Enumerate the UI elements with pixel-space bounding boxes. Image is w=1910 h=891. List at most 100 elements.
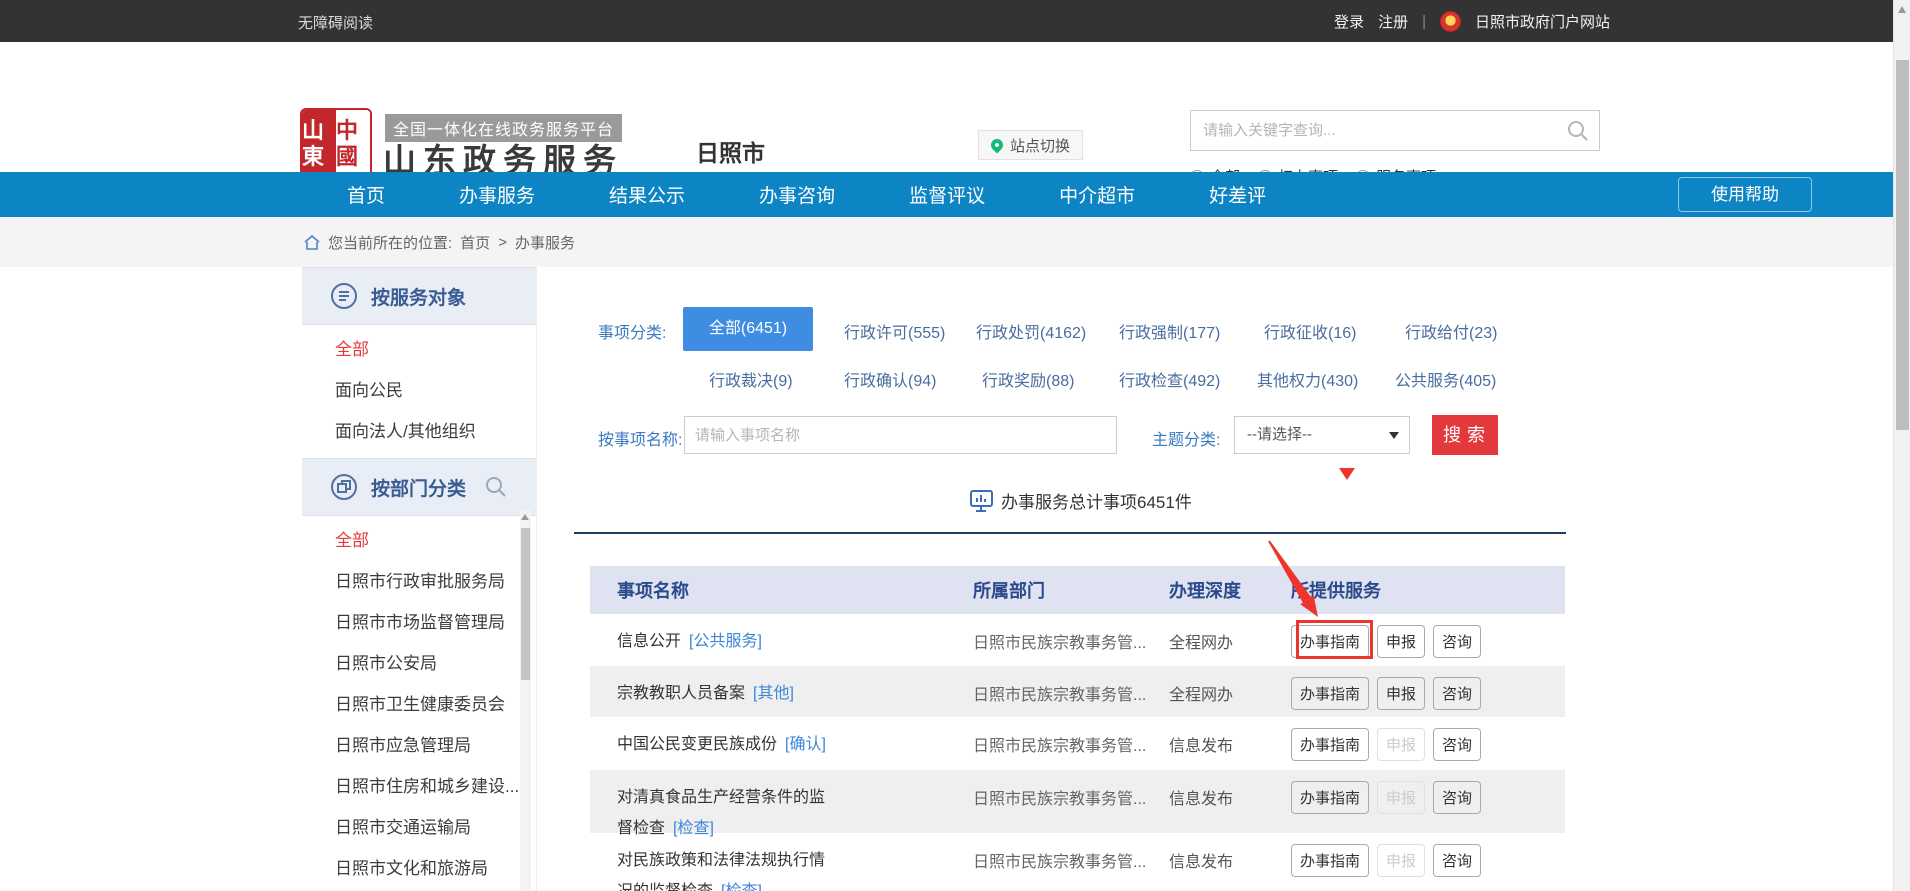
apply-button[interactable]: 申报 — [1377, 677, 1425, 710]
guide-button[interactable]: 办事指南 — [1291, 844, 1369, 877]
category-xingzheng-qiangzhi[interactable]: 行政强制(177) — [1119, 319, 1220, 343]
col-department: 所属部门 — [973, 577, 1169, 603]
dept-item[interactable]: 日照市应急管理局 — [302, 725, 536, 766]
consult-button[interactable]: 咨询 — [1433, 781, 1481, 814]
category-xingzheng-jiangli[interactable]: 行政奖励(88) — [982, 367, 1074, 391]
category-xingzheng-queren[interactable]: 行政确认(94) — [844, 367, 936, 391]
item-link[interactable]: 信息公开 — [617, 633, 681, 650]
department-list: 全部 日照市行政审批服务局 日照市市场监督管理局 日照市公安局 日照市卫生健康委… — [302, 516, 536, 891]
keyword-search-box — [1190, 110, 1600, 151]
nav-item-consult[interactable]: 办事咨询 — [759, 181, 835, 208]
search-icon[interactable] — [1567, 120, 1589, 142]
item-tag[interactable]: [确认] — [785, 736, 826, 753]
dept-item[interactable]: 日照市文化和旅游局 — [302, 848, 536, 889]
item-depth: 全程网办 — [1169, 666, 1291, 717]
category-gonggong-fuwu[interactable]: 公共服务(405) — [1395, 367, 1496, 391]
accessibility-link[interactable]: 无障碍阅读 — [298, 12, 373, 33]
header: 山東 中國 全国一体化在线政务服务平台 山东政务服务 日照市 站点切换 全部 权… — [0, 42, 1910, 172]
guide-button[interactable]: 办事指南 — [1291, 677, 1369, 710]
item-tag[interactable]: [检查] — [721, 883, 762, 891]
category-all-selected[interactable]: 全部(6451) — [683, 307, 813, 351]
guide-button[interactable]: 办事指南 — [1291, 728, 1369, 761]
table-row: 对民族政策和法律法规执行情况的监督检查[检查] 日照市民族宗教事务管... 信息… — [590, 833, 1565, 891]
item-link[interactable]: 对清真食品生产经营条件的监督检查 — [617, 789, 825, 837]
items-table: 事项名称 所属部门 办理深度 所提供服务 信息公开[公共服务] 日照市民族宗教事… — [590, 566, 1565, 891]
category-xingzheng-xuke[interactable]: 行政许可(555) — [844, 319, 945, 343]
nav-item-supervision[interactable]: 监督评议 — [909, 181, 985, 208]
service-object-icon — [330, 282, 358, 310]
category-qita-quanli[interactable]: 其他权力(430) — [1257, 367, 1358, 391]
dept-item[interactable]: 日照市住房和城乡建设... — [302, 766, 536, 807]
category-xingzheng-zhengshou[interactable]: 行政征收(16) — [1264, 319, 1356, 343]
site-switch-button[interactable]: 站点切换 — [978, 130, 1083, 160]
breadcrumb-separator: > — [498, 234, 507, 251]
scroll-up-arrow-icon[interactable] — [521, 514, 529, 520]
item-tag[interactable]: [公共服务] — [689, 633, 762, 650]
nav-item-intermediary[interactable]: 中介超市 — [1059, 181, 1135, 208]
dept-item[interactable]: 日照市行政审批服务局 — [302, 561, 536, 602]
annotation-triangle — [1339, 468, 1355, 480]
sidebar-item-citizen[interactable]: 面向公民 — [302, 370, 536, 411]
item-dept: 日照市民族宗教事务管... — [973, 770, 1169, 833]
main-nav: 首页 办事服务 结果公示 办事咨询 监督评议 中介超市 好差评 — [0, 172, 1910, 217]
table-row: 宗教教职人员备案[其他] 日照市民族宗教事务管... 全程网办 办事指南 申报 … — [590, 666, 1565, 717]
item-link[interactable]: 中国公民变更民族成份 — [617, 736, 777, 753]
scroll-up-arrow-icon[interactable] — [1898, 6, 1906, 13]
col-item-name: 事项名称 — [590, 577, 973, 603]
dept-item[interactable]: 日照市交通运输局 — [302, 807, 536, 848]
item-name-input[interactable] — [684, 416, 1117, 454]
item-depth: 信息发布 — [1169, 717, 1291, 770]
search-button[interactable]: 搜索 — [1432, 415, 1498, 455]
department-list-scrollbar[interactable] — [520, 510, 531, 891]
breadcrumb-home[interactable]: 首页 — [460, 232, 490, 253]
seal-left-text: 山東 — [302, 110, 336, 178]
category-filter-label: 事项分类: — [598, 319, 666, 343]
breadcrumb-current[interactable]: 办事服务 — [515, 232, 575, 253]
main-panel: 事项分类: 全部(6451) 行政许可(555) 行政处罚(4162) 行政强制… — [573, 267, 1603, 891]
consult-button[interactable]: 咨询 — [1433, 728, 1481, 761]
portal-link[interactable]: 日照市政府门户网站 — [1475, 11, 1610, 32]
city-name: 日照市 — [696, 134, 765, 168]
dept-item[interactable]: 日照市公安局 — [302, 643, 536, 684]
table-row: 中国公民变更民族成份 [确认] 日照市民族宗教事务管... 信息发布 办事指南 申… — [590, 717, 1565, 770]
consult-button[interactable]: 咨询 — [1433, 677, 1481, 710]
apply-button[interactable]: 申报 — [1377, 625, 1425, 658]
category-xingzheng-caijue[interactable]: 行政裁决(9) — [709, 367, 793, 391]
consult-button[interactable]: 咨询 — [1433, 844, 1481, 877]
item-dept: 日照市民族宗教事务管... — [973, 717, 1169, 770]
category-xingzheng-jiancha[interactable]: 行政检查(492) — [1119, 367, 1220, 391]
breadcrumb-bar: 您当前所在的位置: 首页 > 办事服务 — [0, 217, 1910, 267]
seal-right-text: 中國 — [336, 110, 370, 178]
login-link[interactable]: 登录 — [1334, 11, 1364, 32]
apply-button-disabled: 申报 — [1377, 728, 1425, 761]
breadcrumb: 您当前所在的位置: 首页 > 办事服务 — [304, 232, 575, 253]
topic-select[interactable]: --请选择-- — [1234, 416, 1410, 454]
apply-button-disabled: 申报 — [1377, 781, 1425, 814]
nav-item-services[interactable]: 办事服务 — [459, 181, 535, 208]
page-scrollbar[interactable] — [1893, 0, 1910, 891]
keyword-search-input[interactable] — [1203, 111, 1553, 150]
category-xingzheng-jifu[interactable]: 行政给付(23) — [1405, 319, 1497, 343]
dept-item[interactable]: 日照市卫生健康委员会 — [302, 684, 536, 725]
sidebar-item-legal-person[interactable]: 面向法人/其他组织 — [302, 411, 536, 452]
register-link[interactable]: 注册 — [1378, 11, 1408, 32]
brand-seal-logo: 山東 中國 — [300, 108, 372, 180]
category-xingzheng-chufa[interactable]: 行政处罚(4162) — [976, 319, 1086, 343]
nav-item-results[interactable]: 结果公示 — [609, 181, 685, 208]
item-depth: 全程网办 — [1169, 614, 1291, 666]
item-dept: 日照市民族宗教事务管... — [973, 614, 1169, 666]
sidebar-item-all-services[interactable]: 全部 — [302, 329, 536, 370]
scrollbar-thumb[interactable] — [1896, 60, 1909, 430]
consult-button[interactable]: 咨询 — [1433, 625, 1481, 658]
dept-item[interactable]: 日照市市场监督管理局 — [302, 602, 536, 643]
dept-item-all[interactable]: 全部 — [302, 520, 536, 561]
item-tag[interactable]: [其他] — [753, 685, 794, 702]
item-link[interactable]: 宗教教职人员备案 — [617, 685, 745, 702]
nav-item-home[interactable]: 首页 — [347, 181, 385, 208]
department-search-icon[interactable] — [484, 475, 508, 499]
guide-button[interactable]: 办事指南 — [1291, 781, 1369, 814]
scrollbar-thumb[interactable] — [521, 528, 530, 680]
nav-item-rating[interactable]: 好差评 — [1209, 181, 1266, 208]
help-button[interactable]: 使用帮助 — [1678, 177, 1812, 212]
chart-monitor-icon — [970, 490, 993, 512]
